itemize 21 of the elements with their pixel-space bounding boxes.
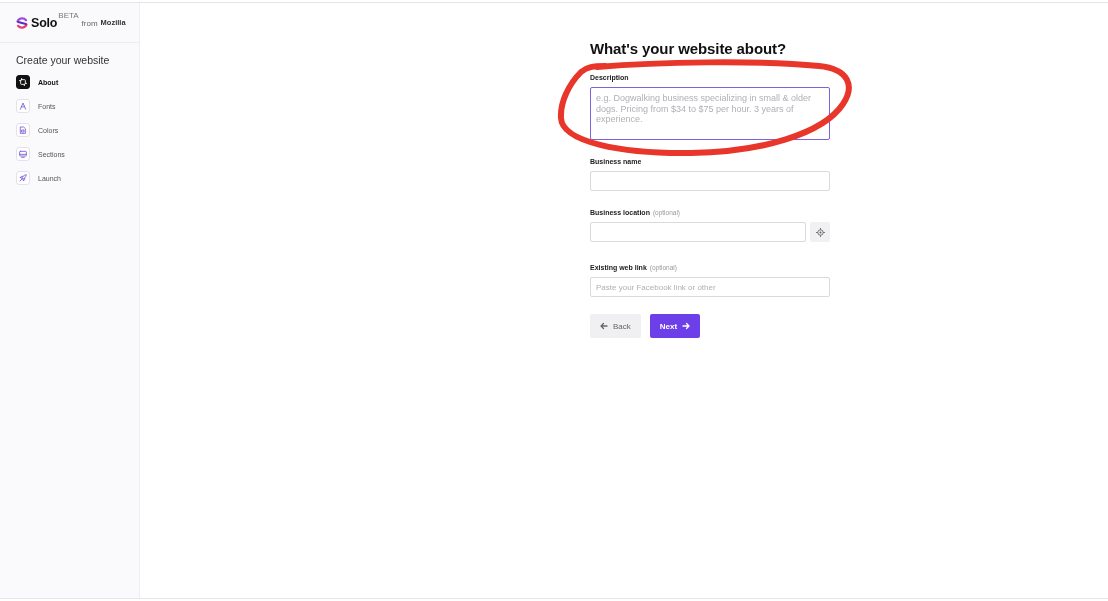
arrow-left-icon [600, 322, 608, 330]
location-field[interactable] [590, 222, 806, 242]
next-button[interactable]: Next [649, 314, 701, 338]
rocket-icon [16, 171, 30, 185]
crosshair-icon [815, 227, 825, 237]
locate-button[interactable] [810, 222, 830, 242]
sidebar-heading: Create your website [16, 54, 111, 66]
byline-text: from [81, 18, 98, 28]
logo-icon [16, 16, 28, 29]
document-icon [16, 123, 30, 137]
logo-text: Solo [31, 15, 58, 30]
page-title: What's your website about? [590, 40, 787, 57]
back-button[interactable]: Back [590, 314, 641, 338]
description-field[interactable]: e.g. Dogwalking business specializing in small & older dogs. Pricing from $34 to $75 per hour. 3 years of experience. [590, 87, 830, 140]
beta-label: BETA [58, 12, 79, 20]
text-field[interactable]: Paste your Facebook link or other [590, 277, 830, 297]
font-icon [16, 99, 30, 113]
monitor-icon [16, 147, 30, 161]
text-field[interactable] [590, 171, 830, 191]
crop-icon [16, 75, 30, 89]
arrow-right-icon [682, 322, 691, 330]
